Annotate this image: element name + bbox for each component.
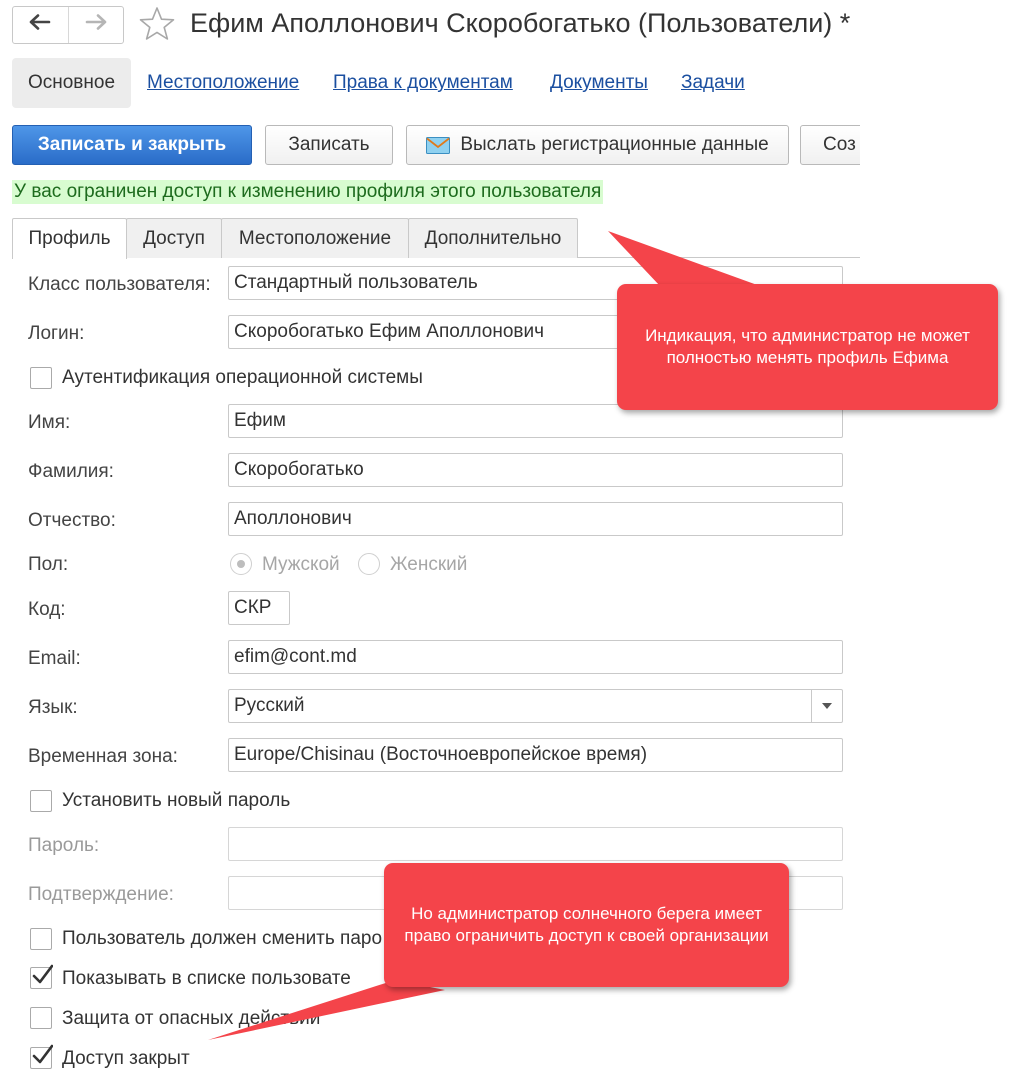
callout-pointer-2	[208, 980, 445, 1040]
callout-admin-restriction: Индикация, что администратор не может по…	[617, 284, 998, 410]
callout-pointer-1	[608, 231, 760, 286]
callout-admin-access-right: Но администратор солнечного берега имеет…	[384, 863, 789, 987]
